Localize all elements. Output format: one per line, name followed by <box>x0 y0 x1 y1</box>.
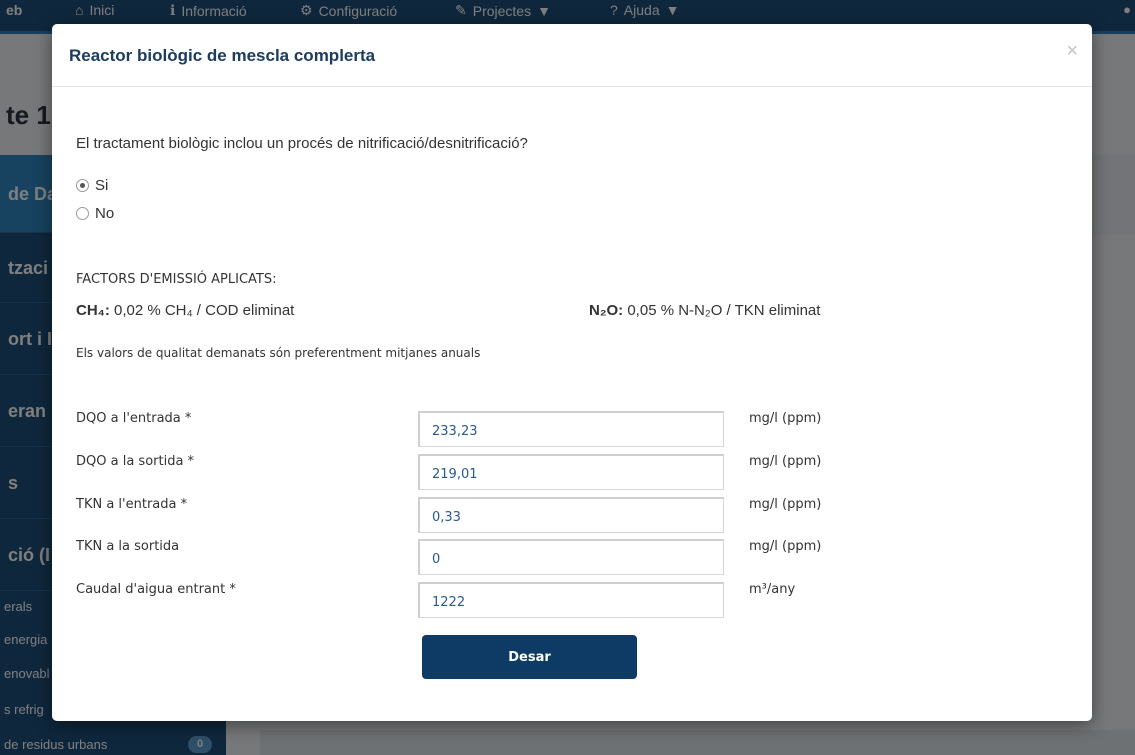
radio-no[interactable] <box>76 207 89 220</box>
form-row-dqo-entrada: DQO a l'entrada * mg/l (ppm) <box>76 411 1076 447</box>
save-button[interactable]: Desar <box>422 635 637 679</box>
tkn-entrada-unit: mg/l (ppm) <box>749 497 822 512</box>
ch4-factor: CH₄: 0,02 % CH₄ / COD eliminat <box>76 302 294 319</box>
reactor-modal: Reactor biològic de mescla complerta × E… <box>52 24 1092 721</box>
modal-title: Reactor biològic de mescla complerta <box>69 46 376 65</box>
radio-si[interactable] <box>76 179 89 192</box>
n2o-value: 0,05 % N-N₂O / TKN eliminat <box>627 302 821 319</box>
form-row-caudal: Caudal d'aigua entrant * m³/any <box>76 582 1076 618</box>
tkn-entrada-input[interactable] <box>418 497 724 533</box>
n2o-factor: N₂O: 0,05 % N-N₂O / TKN eliminat <box>589 302 820 319</box>
annual-average-note: Els valors de qualitat demanats són pref… <box>76 346 481 360</box>
form-row-tkn-entrada: TKN a l'entrada * mg/l (ppm) <box>76 497 1076 533</box>
radio-option-no[interactable]: No <box>76 205 114 222</box>
form-row-dqo-sortida: DQO a la sortida * mg/l (ppm) <box>76 454 1076 490</box>
radio-option-si[interactable]: Si <box>76 177 108 194</box>
close-icon[interactable]: × <box>1066 41 1078 61</box>
dqo-entrada-label: DQO a l'entrada * <box>76 411 192 426</box>
modal-header: Reactor biològic de mescla complerta × <box>52 24 1092 87</box>
n2o-label: N₂O: <box>589 302 624 319</box>
caudal-unit: m³/any <box>749 582 796 597</box>
caudal-label: Caudal d'aigua entrant * <box>76 582 236 597</box>
caudal-input[interactable] <box>418 582 724 618</box>
emission-factors-title: FACTORS D'EMISSIÓ APLICATS: <box>76 272 277 287</box>
radio-si-label: Si <box>95 177 109 194</box>
tkn-entrada-label: TKN a l'entrada * <box>76 497 188 512</box>
tkn-sortida-input[interactable] <box>418 539 724 575</box>
form-row-tkn-sortida: TKN a la sortida mg/l (ppm) <box>76 539 1076 575</box>
dqo-entrada-unit: mg/l (ppm) <box>749 411 822 426</box>
radio-no-label: No <box>95 205 115 222</box>
dqo-entrada-input[interactable] <box>418 411 724 447</box>
tkn-sortida-unit: mg/l (ppm) <box>749 539 822 554</box>
nitrification-question: El tractament biològic inclou un procés … <box>76 135 528 152</box>
dqo-sortida-label: DQO a la sortida * <box>76 454 195 469</box>
ch4-label: CH₄: <box>76 302 110 319</box>
dqo-sortida-input[interactable] <box>418 454 724 490</box>
ch4-value: 0,02 % CH₄ / COD eliminat <box>113 302 295 319</box>
dqo-sortida-unit: mg/l (ppm) <box>749 454 822 469</box>
tkn-sortida-label: TKN a la sortida <box>76 539 180 554</box>
